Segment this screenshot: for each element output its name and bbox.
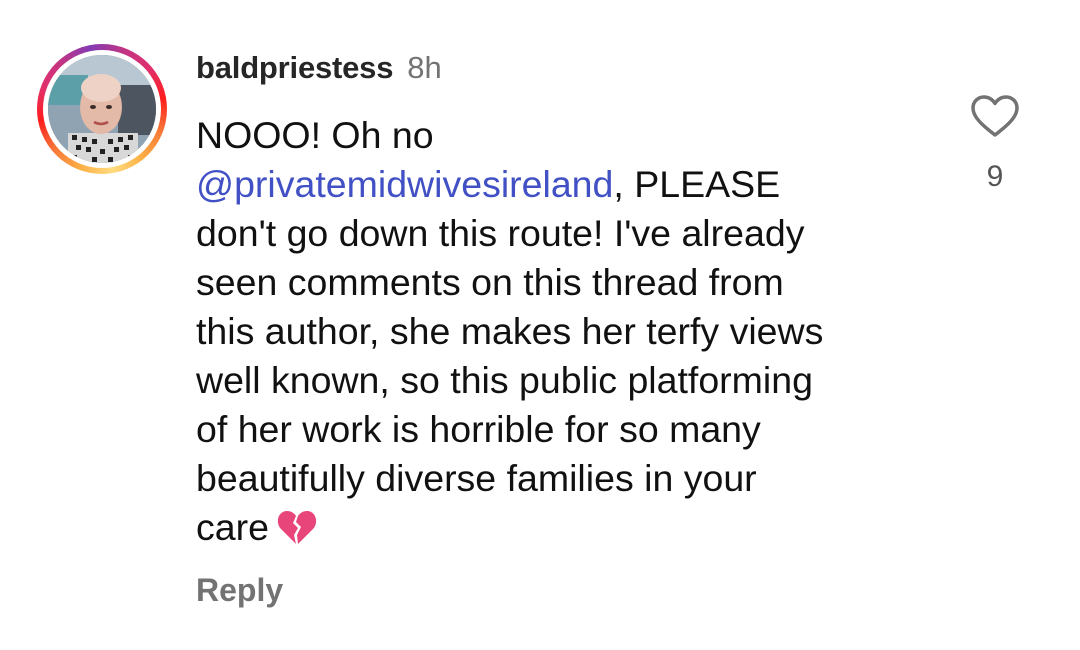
username[interactable]: baldpriestess [196,50,393,86]
avatar-ring-gap [43,50,161,168]
avatar-story-ring[interactable] [37,44,167,174]
comment-body: NOOO! Oh no @privatemidwivesireland, PLE… [196,111,916,558]
avatar[interactable] [48,55,156,163]
comment-line: NOOO! Oh no [196,114,434,156]
comment-line-text: care [196,506,269,548]
reply-button[interactable]: Reply [196,572,283,609]
comment-line: don't go down this route! I've already [196,212,805,254]
comment: baldpriestess 8h NOOO! Oh no @privatemid… [0,0,1080,650]
broken-heart-icon [277,508,317,558]
comment-line-text: , PLEASE [613,163,781,205]
comment-header: baldpriestess 8h [196,50,442,90]
comment-line: of her work is horrible for so many [196,408,761,450]
mention-link[interactable]: @privatemidwivesireland [196,163,613,205]
comment-line: seen comments on this thread from [196,261,784,303]
like-count: 9 [986,160,1004,193]
like-button[interactable] [970,94,1020,138]
comment-line-last: care [196,503,916,558]
comment-line-with-mention: @privatemidwivesireland, PLEASE [196,160,916,209]
timestamp: 8h [407,50,442,85]
comment-line: this author, she makes her terfy views [196,310,824,352]
heart-outline-icon [971,95,1019,137]
comment-line: well known, so this public platforming [196,359,813,401]
comment-line: beautifully diverse families in your [196,457,757,499]
